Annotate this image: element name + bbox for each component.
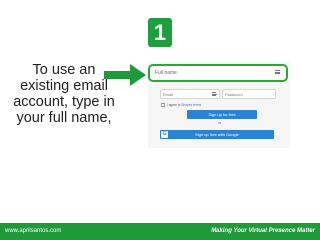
full-name-input[interactable]: Full name — [148, 64, 288, 82]
email-placeholder: Email — [163, 92, 174, 97]
google-signup-button[interactable]: G Sign up free with Google — [160, 130, 274, 139]
terms-link[interactable]: Shopee terms — [181, 103, 201, 107]
terms-checkbox[interactable] — [161, 103, 165, 107]
google-signup-label: Sign up free with Google — [195, 132, 239, 137]
password-input[interactable]: Password — [222, 89, 276, 99]
email-input[interactable]: Email — [160, 89, 220, 99]
step-number-badge: 1 — [148, 18, 172, 47]
full-name-placeholder: Full name — [155, 70, 177, 76]
arrow-right-icon — [104, 64, 146, 86]
terms-text: I agree to — [167, 103, 181, 107]
signup-button[interactable]: Sign up for free — [187, 110, 257, 119]
password-placeholder: Password — [225, 92, 243, 97]
google-logo-icon: G — [161, 131, 168, 138]
or-divider-text: or — [218, 121, 222, 125]
contact-card-icon — [275, 70, 280, 74]
footer-website-link[interactable]: www.aprilsantos.com — [5, 227, 61, 236]
contact-card-icon — [212, 92, 217, 96]
footer-bar: www.aprilsantos.com Making Your Virtual … — [0, 223, 320, 240]
footer-tagline: Making Your Virtual Presence Matter — [211, 228, 315, 234]
terms-label: I agree to Shopee terms — [167, 102, 201, 108]
